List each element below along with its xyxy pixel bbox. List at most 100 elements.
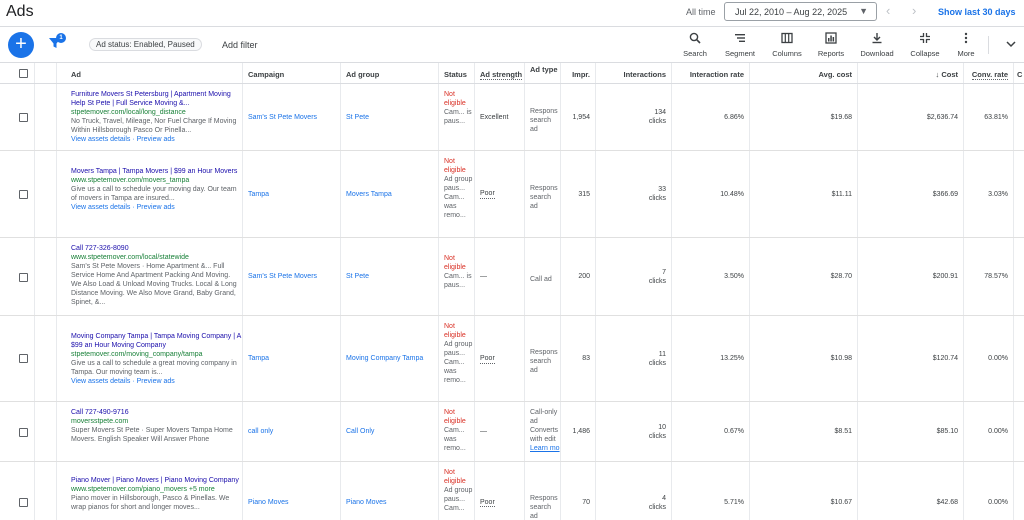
- column-header-cost[interactable]: ↓ Cost: [858, 63, 964, 83]
- ad-display-url: stpetemover.com/moving_company/tampa: [71, 351, 203, 358]
- ad-type-cell: Call-only ad Converts with edit Learn mo: [525, 402, 561, 461]
- column-header-ad-strength[interactable]: Ad strength: [475, 63, 525, 83]
- chevron-down-icon[interactable]: [1004, 37, 1018, 51]
- ad-cell: Piano Mover | Piano Movers | Piano Movin…: [57, 462, 243, 520]
- status-label[interactable]: Not eligible: [444, 468, 474, 486]
- status-label[interactable]: Not eligible: [444, 254, 474, 272]
- status-label[interactable]: Not eligible: [444, 408, 474, 426]
- add-filter-button[interactable]: Add filter: [222, 40, 258, 50]
- column-header-impr[interactable]: Impr.: [561, 63, 596, 83]
- download-tool-label: Download: [860, 49, 894, 58]
- ad-type-cell: Respons search ad: [525, 84, 561, 150]
- column-header-conv-rate[interactable]: Conv. rate: [964, 63, 1014, 83]
- row-checkbox[interactable]: [19, 113, 28, 122]
- segment-tool-button[interactable]: Segment: [723, 32, 757, 58]
- ad-strength-header-label: Ad strength: [480, 70, 523, 80]
- ad-headline-link[interactable]: Call 727-490-9716: [71, 408, 242, 417]
- ad-headline-link[interactable]: Piano Mover | Piano Movers | Piano Movin…: [71, 476, 242, 485]
- ad-headline-link[interactable]: Movers Tampa | Tampa Movers | $99 an Hou…: [71, 167, 242, 176]
- interactions-cell: 33 clicks: [596, 151, 672, 237]
- interaction-rate-value: 3.50%: [672, 238, 750, 315]
- status-label[interactable]: Not eligible: [444, 157, 474, 175]
- campaign-link[interactable]: call only: [243, 402, 341, 461]
- ad-strength-value[interactable]: Poor: [480, 499, 495, 507]
- column-header-campaign[interactable]: Campaign: [243, 63, 341, 83]
- ad-group-link[interactable]: Call Only: [341, 402, 439, 461]
- ad-display-url: stpetemover.com/local/long_distance: [71, 109, 186, 116]
- status-cell: Not eligible Ad group paus... Cam... was…: [439, 316, 475, 401]
- status-cell: Not eligible Ad group paus... Cam...: [439, 462, 475, 520]
- interaction-rate-value: 0.67%: [672, 402, 750, 461]
- ad-cell: Call 727-490-9716 moversstpete.com Super…: [57, 402, 243, 461]
- interaction-rate-value: 13.25%: [672, 316, 750, 401]
- ad-headline-link[interactable]: Furniture Movers St Petersburg | Apartme…: [71, 90, 242, 108]
- campaign-link[interactable]: Sam's St Pete Movers: [243, 238, 341, 315]
- interactions-value: 33: [658, 186, 666, 193]
- toolbar-divider: [988, 36, 989, 54]
- segment-tool-label: Segment: [724, 49, 756, 58]
- interactions-value: 4: [662, 495, 666, 502]
- status-label[interactable]: Not eligible: [444, 322, 474, 340]
- interactions-cell: 11 clicks: [596, 316, 672, 401]
- show-last-30-days-link[interactable]: Show last 30 days: [938, 7, 1016, 17]
- date-range-picker[interactable]: Jul 22, 2010 – Aug 22, 2025 ▼: [724, 2, 877, 21]
- column-header-next[interactable]: C: [1014, 63, 1024, 83]
- reports-tool-button[interactable]: Reports: [815, 32, 847, 58]
- ad-group-link[interactable]: Moving Company Tampa: [341, 316, 439, 401]
- row-checkbox[interactable]: [19, 428, 28, 437]
- reports-tool-label: Reports: [817, 49, 845, 58]
- status-detail: Ad group paus... Cam...: [444, 487, 473, 512]
- campaign-link[interactable]: Sam's St Pete Movers: [243, 84, 341, 150]
- ad-strength-value[interactable]: Poor: [480, 354, 495, 364]
- columns-tool-button[interactable]: Columns: [770, 32, 804, 58]
- ad-asset-links[interactable]: View assets details · Preview ads: [71, 377, 242, 386]
- ad-status-filter-chip[interactable]: Ad status: Enabled, Paused: [89, 38, 202, 51]
- row-checkbox[interactable]: [19, 498, 28, 507]
- ad-strength-value: —: [475, 402, 525, 461]
- ad-description: Super Movers St Pete · Super Movers Tamp…: [71, 427, 233, 443]
- column-header-ad[interactable]: Ad: [57, 63, 243, 83]
- download-tool-button[interactable]: Download: [858, 32, 896, 58]
- ad-headline-link[interactable]: Call 727-326-8090: [71, 244, 242, 253]
- ad-cell: Moving Company Tampa | Tampa Moving Comp…: [57, 316, 243, 401]
- column-header-ad-group[interactable]: Ad group: [341, 63, 439, 83]
- ad-asset-links[interactable]: View assets details · Preview ads: [71, 135, 242, 144]
- status-label[interactable]: Not eligible: [444, 90, 474, 108]
- ad-headline-link[interactable]: Moving Company Tampa | Tampa Moving Comp…: [71, 332, 242, 350]
- column-header-ad-type[interactable]: Ad type: [525, 63, 561, 83]
- row-checkbox[interactable]: [19, 273, 28, 282]
- ad-display-url: www.stpetemover.com/piano_movers +5 more: [71, 486, 215, 493]
- ad-group-link[interactable]: Movers Tampa: [341, 151, 439, 237]
- ad-type-learn-more-link[interactable]: Learn mo: [530, 445, 560, 452]
- search-tool-button[interactable]: Search: [682, 32, 708, 58]
- column-header-avg-cost[interactable]: Avg. cost: [750, 63, 858, 83]
- interactions-cell: 4 clicks: [596, 462, 672, 520]
- ad-cell: Furniture Movers St Petersburg | Apartme…: [57, 84, 243, 150]
- interaction-rate-value: 5.71%: [672, 462, 750, 520]
- add-ad-button[interactable]: +: [8, 32, 34, 58]
- ad-strength-value[interactable]: Poor: [480, 189, 495, 199]
- ad-group-link[interactable]: St Pete: [341, 238, 439, 315]
- interactions-value: 134: [654, 109, 666, 116]
- column-header-interaction-rate[interactable]: Interaction rate: [672, 63, 750, 83]
- row-checkbox[interactable]: [19, 354, 28, 363]
- ad-description: Piano mover in Hillsborough, Pasco & Pin…: [71, 495, 230, 511]
- campaign-link[interactable]: Piano Moves: [243, 462, 341, 520]
- table-row: Moving Company Tampa | Tampa Moving Comp…: [0, 316, 1024, 402]
- search-icon: [682, 32, 708, 46]
- ad-group-link[interactable]: Piano Moves: [341, 462, 439, 520]
- column-header-status[interactable]: Status: [439, 63, 475, 83]
- ad-group-link[interactable]: St Pete: [341, 84, 439, 150]
- select-all-checkbox[interactable]: [19, 69, 28, 78]
- status-detail: Cam... is paus...: [444, 273, 472, 289]
- column-header-interactions[interactable]: Interactions: [596, 63, 672, 83]
- next-period-icon[interactable]: ›: [912, 3, 916, 18]
- collapse-tool-button[interactable]: Collapse: [908, 32, 942, 58]
- ad-asset-links[interactable]: View assets details · Preview ads: [71, 203, 242, 212]
- campaign-link[interactable]: Tampa: [243, 316, 341, 401]
- campaign-link[interactable]: Tampa: [243, 151, 341, 237]
- previous-period-icon[interactable]: ‹: [886, 3, 890, 18]
- more-tool-button[interactable]: More: [954, 32, 978, 58]
- row-checkbox[interactable]: [19, 190, 28, 199]
- table-row: Piano Mover | Piano Movers | Piano Movin…: [0, 462, 1024, 520]
